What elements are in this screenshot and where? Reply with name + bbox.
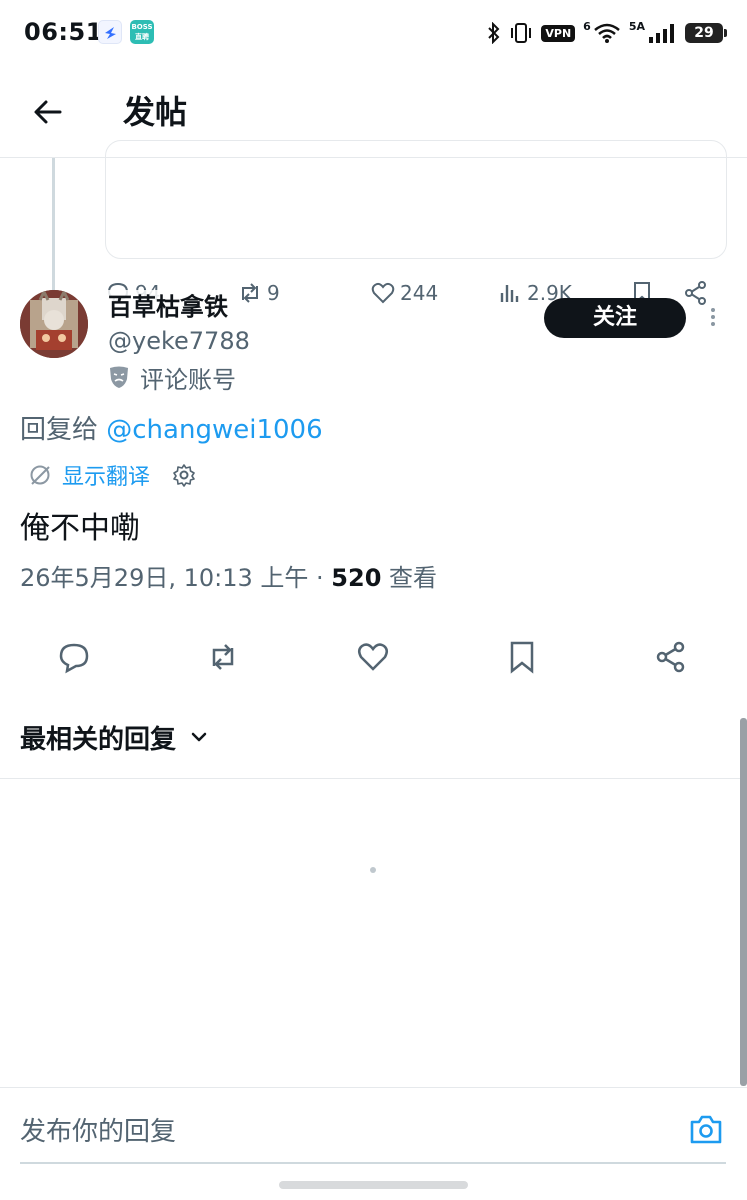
account-label-text: 评论账号 xyxy=(140,365,236,394)
signal-icon xyxy=(649,24,674,43)
camera-icon xyxy=(690,1115,722,1144)
page-title: 发帖 xyxy=(123,93,188,131)
account-label: 评论账号 xyxy=(108,360,236,394)
reply-button[interactable] xyxy=(57,640,91,674)
like-button[interactable] xyxy=(356,640,390,674)
previous-share-button[interactable] xyxy=(683,276,709,310)
retweet-button[interactable] xyxy=(206,640,240,674)
more-options-icon[interactable] xyxy=(703,306,723,332)
network-5a-label: 5A xyxy=(628,19,645,33)
share-icon xyxy=(656,641,685,673)
translate-row: 显示翻译 xyxy=(28,458,196,492)
battery-indicator: 29 xyxy=(685,23,727,43)
thread-connector-line xyxy=(52,158,55,290)
arrow-left-icon xyxy=(34,100,62,124)
previous-retweet-count: 9 xyxy=(267,281,280,305)
previous-retweet-button[interactable]: 9 xyxy=(237,276,280,310)
vpn-badge: VPN xyxy=(541,24,576,42)
reply-context: 回复给 @changwei1006 xyxy=(20,412,323,448)
back-button[interactable] xyxy=(28,92,68,132)
previous-tweet-media-card[interactable] xyxy=(105,140,727,259)
vibrate-icon xyxy=(511,23,532,43)
boss-notification-icon: BOSS 直聘 xyxy=(130,20,154,44)
mask-icon xyxy=(110,366,128,388)
gear-icon[interactable] xyxy=(172,463,196,487)
bookmark-button[interactable] xyxy=(505,640,539,674)
bluetooth-icon xyxy=(488,22,500,44)
retweet-icon xyxy=(242,283,258,303)
avatar[interactable] xyxy=(20,290,88,358)
feishu-notification-icon xyxy=(98,20,122,44)
section-divider xyxy=(0,778,747,779)
show-translation-link[interactable]: 显示翻译 xyxy=(28,459,150,491)
system-icons: VPN 6 5A 29 xyxy=(487,19,727,46)
loading-indicator xyxy=(370,867,376,873)
network-6-label: 6 xyxy=(583,19,591,33)
camera-button[interactable] xyxy=(688,1112,724,1148)
status-bar: 06:51 BOSS 直聘 VPN 6 5A 29 xyxy=(0,0,747,64)
translate-icon xyxy=(30,465,50,485)
show-translation-label: 显示翻译 xyxy=(62,465,151,490)
reply-sort-dropdown[interactable]: 最相关的回复 xyxy=(20,716,210,758)
reply-handle-link[interactable]: @changwei1006 xyxy=(106,415,322,445)
reply-input[interactable]: 发布你的回复 xyxy=(20,1112,726,1164)
bookmark-icon xyxy=(510,641,534,674)
previous-like-count: 244 xyxy=(400,281,439,305)
tweet-timestamp[interactable]: 26年5月29日, 10:13 上午 · xyxy=(20,564,331,592)
chevron-down-icon xyxy=(191,732,207,742)
home-indicator[interactable] xyxy=(279,1181,468,1189)
avatar-image xyxy=(20,290,88,358)
heart-icon xyxy=(358,643,388,671)
author-display-name[interactable]: 百草枯拿铁 xyxy=(108,290,228,324)
scrollbar[interactable] xyxy=(740,718,747,1086)
previous-like-button[interactable]: 244 xyxy=(370,276,438,310)
views-label: 查看 xyxy=(381,564,438,592)
heart-icon xyxy=(371,282,395,304)
reply-sort-label: 最相关的回复 xyxy=(20,724,177,755)
wifi-icon xyxy=(594,23,620,43)
views-chart-icon xyxy=(500,285,519,302)
share-button[interactable] xyxy=(654,640,688,674)
author-handle[interactable]: @yeke7788 xyxy=(108,324,250,358)
tweet-action-bar xyxy=(0,630,747,684)
views-count: 520 xyxy=(331,564,382,592)
comment-icon xyxy=(59,643,89,674)
follow-button[interactable]: 关注 xyxy=(544,298,686,338)
share-icon xyxy=(685,281,706,305)
tweet-meta: 26年5月29日, 10:13 上午 · 520 查看 xyxy=(20,560,437,596)
tweet-text: 俺不中嘞 xyxy=(20,511,140,546)
reply-prefix: 回复给 xyxy=(20,415,107,445)
status-time: 06:51 xyxy=(24,18,103,46)
retweet-icon xyxy=(212,644,234,670)
